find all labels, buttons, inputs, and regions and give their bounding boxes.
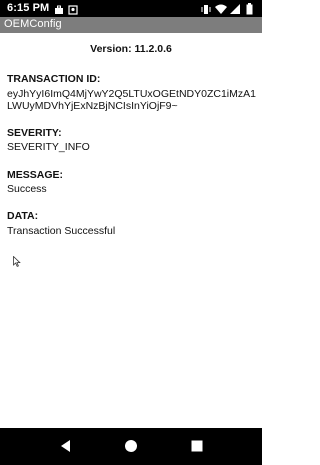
message-label: MESSAGE: (7, 169, 64, 181)
transaction-id-value: eyJhYyI6ImQ4MjYwY2Q5LTUxOGEtNDY0ZC1iMzA1… (7, 88, 256, 112)
back-icon[interactable] (58, 438, 74, 454)
data-label: DATA: (7, 210, 39, 222)
navigation-bar (0, 428, 262, 465)
app-bar: OEMConfig (0, 17, 262, 33)
status-bar: 6:15 PM (0, 0, 262, 17)
version-text: Version: 11.2.0.6 (90, 43, 172, 55)
app-title: OEMConfig (4, 18, 62, 30)
message-value: Success (7, 183, 47, 195)
transaction-id-label: TRANSACTION ID: (7, 73, 101, 85)
data-value: Transaction Successful (7, 225, 116, 237)
home-icon[interactable] (123, 438, 139, 454)
status-time: 6:15 PM (7, 2, 50, 14)
recents-icon[interactable] (189, 438, 205, 454)
severity-value: SEVERITY_INFO (7, 141, 90, 153)
mouse-cursor-icon (13, 254, 21, 272)
severity-label: SEVERITY: (7, 127, 62, 139)
